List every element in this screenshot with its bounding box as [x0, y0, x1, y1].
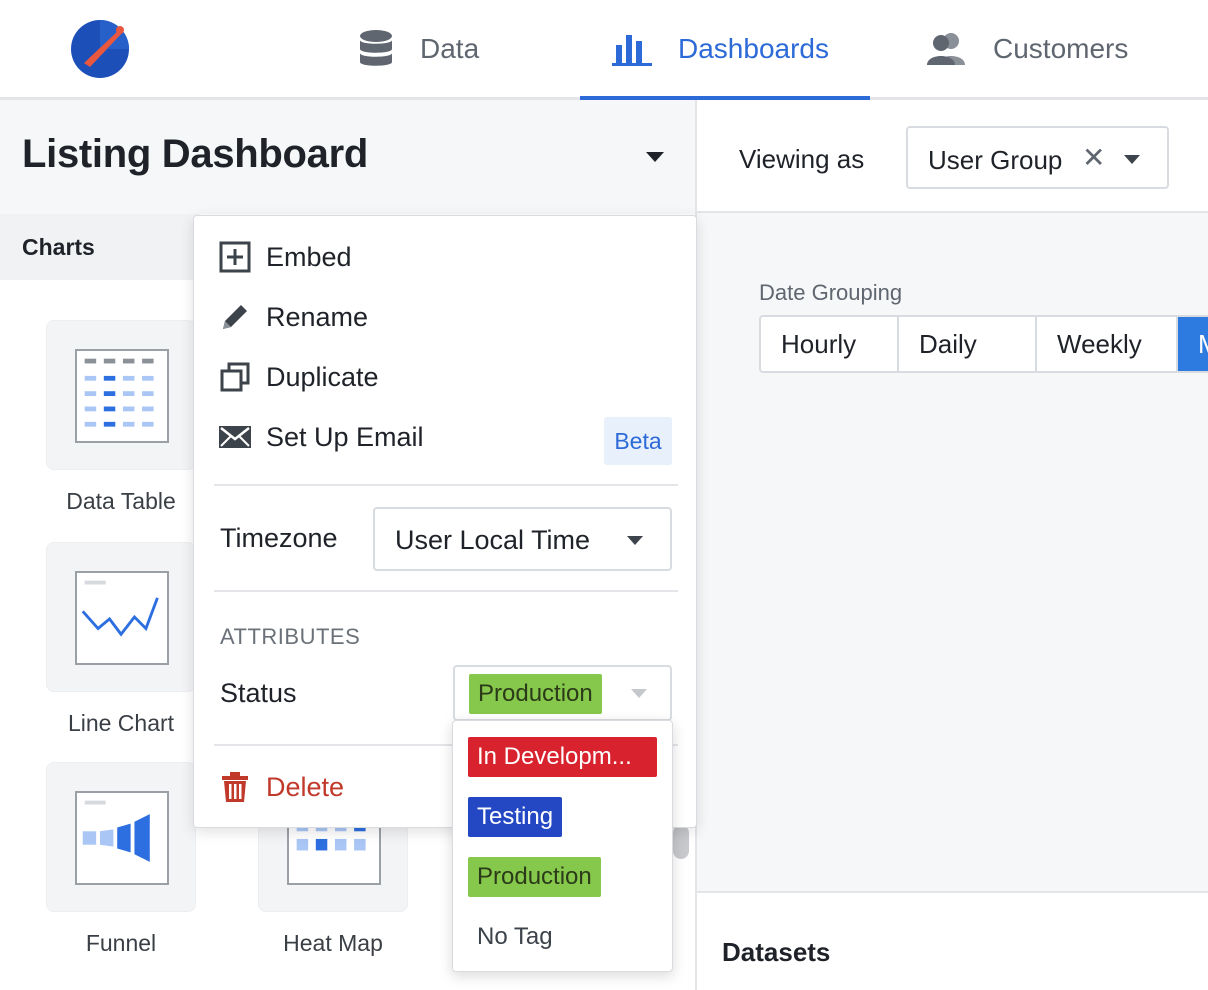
nav-tab-customers[interactable]: Customers	[925, 0, 1128, 97]
menu-item-label: Delete	[266, 771, 345, 802]
date-grouping-daily[interactable]: Daily	[899, 317, 1037, 371]
line-chart-icon	[75, 571, 169, 665]
date-grouping-hourly[interactable]: Hourly	[761, 317, 899, 371]
timezone-value: User Local Time	[395, 525, 591, 555]
beta-badge: Beta	[604, 417, 672, 465]
datasets-section: Datasets	[697, 891, 1208, 990]
pencil-icon	[218, 300, 252, 334]
nav-tab-label: Dashboards	[678, 32, 829, 64]
nav-tab-data[interactable]: Data	[358, 0, 479, 97]
date-grouping-label: Date Grouping	[759, 280, 903, 305]
envelope-icon	[218, 420, 252, 454]
status-options-list: In Developm... Testing Production No Tag	[452, 720, 673, 972]
chevron-down-icon[interactable]	[646, 152, 664, 162]
chart-caption: Heat Map	[283, 930, 383, 956]
viewing-as-bar: Viewing as User Group ✕	[697, 100, 1208, 213]
status-option-testing[interactable]: Testing	[468, 797, 563, 837]
date-grouping-segmented-control: Hourly Daily Weekly M	[759, 315, 1208, 373]
status-option-production[interactable]: Production	[468, 857, 601, 897]
trash-icon	[218, 770, 252, 804]
data-table-icon	[75, 349, 169, 443]
database-icon	[360, 29, 392, 66]
menu-item-label: Duplicate	[266, 361, 379, 392]
dashboard-canvas: Date Grouping Hourly Daily Weekly M	[697, 213, 1208, 891]
chart-card-line-chart[interactable]	[46, 542, 196, 692]
menu-item-label: Embed	[266, 241, 352, 272]
sidebar-scrollbar[interactable]	[673, 825, 689, 859]
dashboard-title: Listing Dashboard	[22, 132, 369, 176]
nav-tab-label: Data	[420, 32, 480, 64]
menu-item-label: Rename	[266, 301, 369, 332]
timezone-select[interactable]: User Local Time	[373, 507, 672, 571]
status-tag: Production	[469, 674, 602, 714]
duplicate-icon	[218, 360, 252, 394]
status-option-in-development[interactable]: In Developm...	[468, 737, 657, 777]
attributes-heading: ATTRIBUTES	[220, 624, 361, 649]
chart-caption: Data Table	[66, 488, 176, 514]
viewing-as-select[interactable]: User Group ✕	[906, 126, 1169, 189]
app-logo[interactable]	[70, 19, 130, 79]
menu-item-delete[interactable]: Delete	[218, 767, 344, 807]
bar-chart-icon	[612, 34, 652, 66]
chevron-down-icon	[627, 536, 643, 545]
menu-divider	[214, 590, 678, 592]
menu-item-set-up-email[interactable]: Set Up Email	[218, 417, 424, 457]
menu-item-label: Set Up Email	[266, 421, 424, 452]
chart-card-data-table[interactable]	[46, 320, 196, 470]
chevron-down-icon	[631, 689, 647, 698]
status-option-no-tag[interactable]: No Tag	[468, 917, 562, 957]
viewing-as-label: Viewing as	[739, 144, 865, 174]
date-grouping-weekly[interactable]: Weekly	[1037, 317, 1178, 371]
status-select[interactable]: Production	[453, 665, 672, 721]
embed-plus-icon	[218, 240, 252, 274]
status-label: Status	[220, 678, 297, 708]
charts-section-label: Charts	[22, 234, 95, 260]
menu-item-rename[interactable]: Rename	[218, 297, 368, 337]
chart-caption: Line Chart	[67, 710, 175, 736]
nav-tab-label: Customers	[993, 32, 1129, 64]
charts-section-header: Charts	[0, 214, 200, 280]
menu-item-embed[interactable]: Embed	[218, 237, 352, 277]
menu-divider	[214, 484, 678, 486]
chevron-down-icon[interactable]	[1124, 155, 1140, 164]
top-navigation: Data Dashboards Customers	[0, 0, 1208, 100]
date-grouping-monthly[interactable]: M	[1178, 317, 1208, 371]
chart-caption: Funnel	[85, 930, 157, 956]
viewing-as-value: User Group	[928, 145, 1063, 175]
dashboard-title-bar: Listing Dashboard	[0, 100, 695, 214]
timezone-label: Timezone	[220, 523, 338, 553]
datasets-heading: Datasets	[722, 937, 831, 967]
nav-tab-dashboards[interactable]: Dashboards	[580, 0, 870, 100]
chart-card-funnel[interactable]	[46, 762, 196, 912]
menu-item-duplicate[interactable]: Duplicate	[218, 357, 379, 397]
close-icon[interactable]: ✕	[1082, 144, 1105, 172]
users-icon	[927, 32, 965, 65]
funnel-icon	[75, 791, 169, 885]
